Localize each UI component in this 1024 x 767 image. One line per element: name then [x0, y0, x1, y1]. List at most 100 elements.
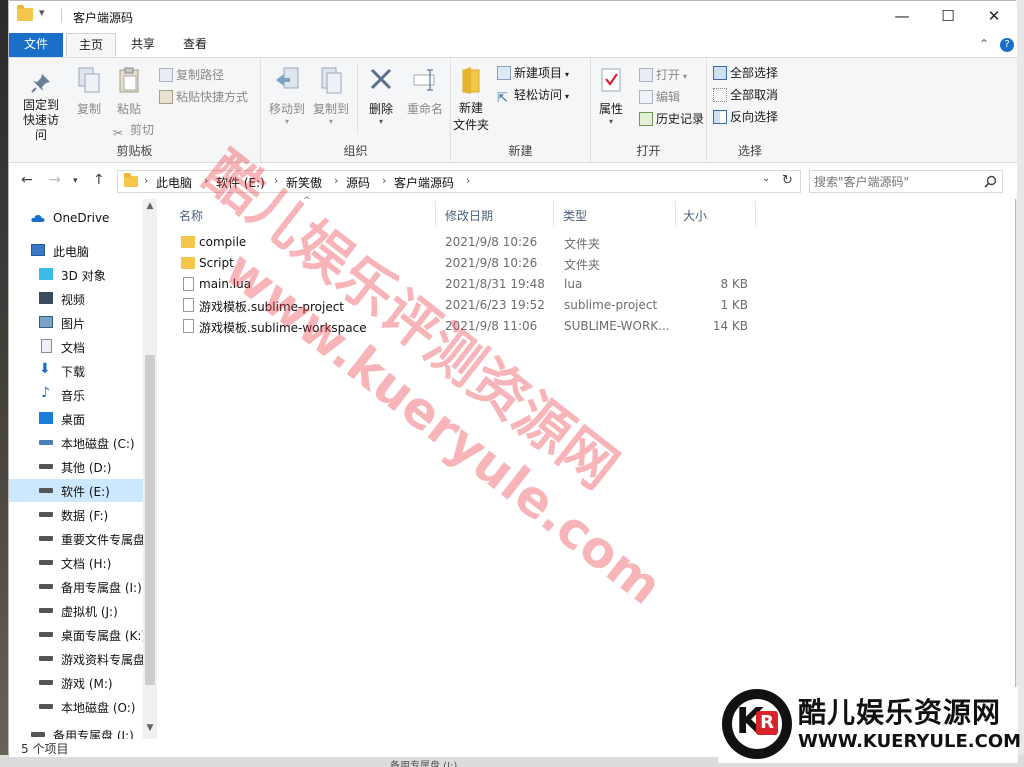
scroll-up-icon[interactable]: ▲	[143, 201, 157, 211]
quick-access-toolbar-icon[interactable]: ▾	[39, 6, 45, 19]
breadcrumb-drive-e[interactable]: 软件 (E:)	[216, 174, 265, 191]
sidebar-item-drive-g[interactable]: 重要文件专属盘	[9, 527, 143, 550]
column-header-type[interactable]: 类型	[563, 207, 587, 224]
select-all-button[interactable]: 全部选择	[713, 64, 778, 81]
search-icon[interactable]	[984, 175, 997, 188]
cut-button[interactable]: ✂ 剪切	[113, 121, 154, 140]
table-row[interactable]: main.lua 2021/8/31 19:48 lua 8 KB	[177, 274, 753, 295]
sidebar-item-drive-k[interactable]: 桌面专属盘 (K:)	[9, 623, 143, 646]
maximize-button[interactable]: ☐	[925, 1, 971, 31]
copy-to-button[interactable]: 复制到 ▾	[309, 66, 353, 126]
sidebar-item-drive-m[interactable]: 游戏 (M:)	[9, 671, 143, 694]
edit-button[interactable]: 编辑	[639, 88, 680, 105]
file-size: 8 KB	[720, 277, 748, 291]
move-to-button[interactable]: 移动到 ▾	[265, 66, 309, 126]
sidebar-item-drive-l[interactable]: 游戏资料专属盘	[9, 647, 143, 670]
delete-button[interactable]: 删除 ▾	[361, 66, 401, 126]
column-header-size[interactable]: 大小	[683, 207, 707, 224]
sidebar-item-videos[interactable]: 视频	[9, 287, 143, 310]
column-divider[interactable]	[553, 201, 554, 227]
pin-quick-access-button[interactable]: 固定到快速访问	[13, 72, 69, 143]
search-box[interactable]	[809, 170, 1003, 193]
sidebar-item-onedrive[interactable]: OneDrive	[9, 207, 143, 230]
dropdown-arrow-icon: ▾	[378, 117, 383, 126]
sidebar-item-drive-e[interactable]: 软件 (E:)	[9, 479, 143, 502]
breadcrumb-folder[interactable]: 新笑傲	[286, 174, 322, 191]
rename-button[interactable]: 重命名	[403, 66, 447, 117]
invert-selection-button[interactable]: 反向选择	[713, 108, 778, 125]
sidebar-item-drive-h[interactable]: 文档 (H:)	[9, 551, 143, 574]
select-none-button[interactable]: 全部取消	[713, 86, 778, 103]
sidebar-item-label: 游戏资料专属盘	[61, 653, 143, 667]
sidebar-item-3d-objects[interactable]: 3D 对象	[9, 263, 143, 286]
copy-path-icon	[159, 68, 173, 82]
copy-path-button[interactable]: 复制路径	[159, 66, 224, 83]
breadcrumb-source[interactable]: 源码	[346, 174, 370, 191]
tab-view[interactable]: 查看	[173, 33, 217, 57]
history-button[interactable]: 历史记录	[639, 110, 704, 127]
breadcrumb-this-pc[interactable]: 此电脑	[156, 174, 192, 191]
collapse-ribbon-icon[interactable]: ⌃	[979, 37, 989, 51]
scroll-down-icon[interactable]: ▼	[143, 723, 157, 733]
sidebar-item-downloads[interactable]: ⬇ 下载	[9, 359, 143, 382]
computer-icon	[31, 244, 45, 256]
copy-icon	[78, 67, 100, 93]
sidebar-item-drive-i-network[interactable]: 备用专属盘 (I:)	[9, 723, 143, 739]
select-group: 全部选择 全部取消 反向选择 选择	[707, 58, 793, 162]
paste-shortcut-button[interactable]: 粘贴快捷方式	[159, 88, 248, 105]
breadcrumb-separator-icon: ›	[466, 174, 471, 187]
sidebar-item-music[interactable]: ♪ 音乐	[9, 383, 143, 406]
tab-file[interactable]: 文件	[9, 33, 63, 57]
sidebar-item-drive-c[interactable]: 本地磁盘 (C:)	[9, 431, 143, 454]
download-icon: ⬇	[39, 361, 51, 377]
open-button[interactable]: 打开 ▾	[639, 66, 687, 83]
sidebar-item-drive-i[interactable]: 备用专属盘 (I:)	[9, 575, 143, 598]
search-input[interactable]	[814, 173, 974, 190]
sidebar-item-desktop[interactable]: 桌面	[9, 407, 143, 430]
new-folder-button[interactable]: 新建 文件夹	[451, 66, 491, 134]
file-date: 2021/6/23 19:52	[445, 298, 545, 312]
table-row[interactable]: Script 2021/9/8 10:26 文件夹	[177, 253, 753, 274]
back-arrow-icon[interactable]: ←	[21, 172, 33, 188]
close-button[interactable]: ✕	[971, 1, 1017, 31]
table-row[interactable]: 游戏模板.sublime-project 2021/6/23 19:52 sub…	[177, 295, 753, 316]
address-dropdown-icon[interactable]: ⌄	[762, 173, 770, 184]
address-bar[interactable]: › 此电脑 › 软件 (E:) › 新笑傲 › 源码 › 客户端源码 › ⌄ ↻	[117, 170, 801, 193]
copy-button[interactable]: 复制	[69, 66, 109, 117]
file-type: sublime-project	[564, 298, 658, 312]
help-icon[interactable]: ?	[1000, 38, 1014, 52]
sidebar-item-pictures[interactable]: 图片	[9, 311, 143, 334]
file-icon	[183, 277, 194, 291]
breadcrumb-separator-icon: ›	[382, 174, 387, 187]
sidebar-item-drive-j[interactable]: 虚拟机 (J:)	[9, 599, 143, 622]
column-divider[interactable]	[435, 201, 436, 227]
forward-arrow-icon[interactable]: →	[49, 172, 61, 188]
properties-button[interactable]: 属性 ▾	[591, 66, 631, 126]
sidebar-scrollbar[interactable]: ▲ ▼	[143, 199, 157, 739]
breadcrumb-current[interactable]: 客户端源码	[394, 174, 454, 191]
column-divider[interactable]	[755, 201, 756, 227]
up-arrow-icon[interactable]: ↑	[93, 172, 105, 188]
copy-to-label: 复制到	[312, 102, 349, 116]
column-header-date[interactable]: 修改日期	[445, 207, 493, 224]
paste-button[interactable]: 粘贴	[109, 66, 149, 117]
refresh-icon[interactable]: ↻	[782, 173, 793, 188]
sidebar-item-documents[interactable]: 文档	[9, 335, 143, 358]
sidebar-item-label: 软件 (E:)	[61, 485, 110, 499]
minimize-button[interactable]: —	[879, 1, 925, 31]
easy-access-button[interactable]: ⇱ 轻松访问 ▾	[497, 86, 569, 106]
sidebar-item-drive-f[interactable]: 数据 (F:)	[9, 503, 143, 526]
file-size: 14 KB	[712, 319, 748, 333]
sidebar-scroll-thumb[interactable]	[145, 355, 155, 685]
table-row[interactable]: compile 2021/9/8 10:26 文件夹	[177, 232, 753, 253]
table-row[interactable]: 游戏模板.sublime-workspace 2021/9/8 11:06 SU…	[177, 316, 753, 337]
tab-home[interactable]: 主页	[66, 33, 116, 57]
new-item-button[interactable]: 新建项目 ▾	[497, 64, 569, 81]
sidebar-item-this-pc[interactable]: 此电脑	[9, 239, 143, 262]
sidebar-item-drive-d[interactable]: 其他 (D:)	[9, 455, 143, 478]
column-divider[interactable]	[675, 201, 676, 227]
recent-locations-chevron-icon[interactable]: ▾	[73, 176, 78, 186]
column-header-name[interactable]: 名称	[179, 207, 203, 224]
tab-share[interactable]: 共享	[121, 33, 165, 57]
sidebar-item-drive-o[interactable]: 本地磁盘 (O:)	[9, 695, 143, 718]
